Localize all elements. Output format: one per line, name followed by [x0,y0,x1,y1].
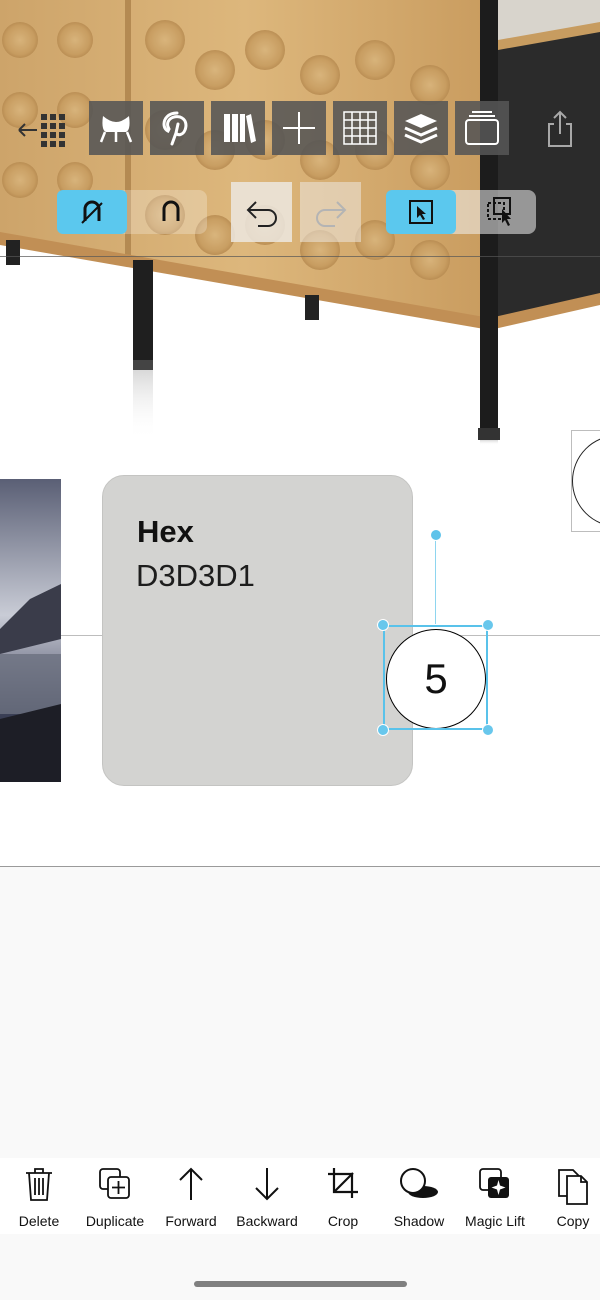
magnet-off-icon [81,200,103,224]
crop-label: Crop [327,1213,359,1229]
pages-icon [465,111,499,145]
delete-label: Delete [18,1213,60,1229]
delete-button[interactable]: Delete [0,1158,78,1234]
resize-handle-bottom-right[interactable] [482,724,494,736]
copy-button[interactable]: Copy [534,1158,600,1234]
backward-label: Backward [236,1213,298,1229]
rotation-line [435,540,436,624]
furniture-button[interactable] [89,101,143,155]
chair-icon [99,116,133,143]
arrow-down-icon [255,1168,279,1201]
pinterest-button[interactable] [150,101,204,155]
multi-select-button[interactable] [466,190,536,234]
landscape-photo-card[interactable] [0,479,61,782]
resize-handle-bottom-left[interactable] [377,724,389,736]
shadow-label: Shadow [393,1213,445,1229]
forward-button[interactable]: Forward [152,1158,230,1234]
duplicate-icon [99,1168,130,1199]
crop-icon [328,1168,358,1198]
home-indicator[interactable] [194,1281,407,1287]
circle-shape [572,435,600,527]
trash-icon [26,1168,52,1201]
magnet-button[interactable] [136,190,206,234]
shadow-icon [400,1168,438,1198]
shadow-button[interactable]: Shadow [380,1158,458,1234]
plus-icon [283,112,315,144]
crop-button[interactable]: Crop [304,1158,382,1234]
copy-label: Copy [556,1213,590,1229]
grid-back-button[interactable] [12,103,72,153]
undo-button[interactable] [231,182,292,242]
partial-circle-card[interactable] [571,430,600,532]
magic-lift-button[interactable]: Magic Lift [456,1158,534,1234]
arrow-up-icon [179,1167,203,1200]
add-button[interactable] [272,101,326,155]
grid-back-icon [18,114,65,147]
pinterest-icon [162,111,188,146]
backward-button[interactable]: Backward [228,1158,306,1234]
hex-card-title: Hex [137,514,194,549]
grid-icon [343,111,377,145]
empty-panel [0,867,600,1158]
hex-color-card[interactable]: Hex D3D3D1 [102,475,413,786]
duplicate-button[interactable]: Duplicate [76,1158,154,1234]
undo-icon [246,201,277,227]
layers-button[interactable] [394,101,448,155]
multi-select-icon [487,197,511,226]
home-indicator-area [0,1234,600,1300]
copy-icon [558,1169,588,1205]
cursor-select-icon [409,200,433,224]
magic-lift-icon [479,1168,509,1198]
share-button[interactable] [536,103,584,153]
magnet-off-button[interactable] [57,190,127,234]
bottom-action-toolbar: Delete Duplicate Forward Backward Crop S… [0,1158,600,1234]
magic-lift-label: Magic Lift [465,1213,525,1229]
forward-label: Forward [165,1213,217,1229]
resize-handle-top-right[interactable] [482,619,494,631]
layers-icon [404,114,438,144]
alignment-guide-top [0,256,600,257]
mountain-landscape-image [0,584,61,782]
magnet-icon [162,200,180,221]
redo-button[interactable] [300,182,361,242]
redo-icon [315,201,346,227]
select-button[interactable] [386,190,456,234]
library-button[interactable] [211,101,265,155]
share-icon [548,110,572,147]
duplicate-label: Duplicate [85,1213,145,1229]
hex-card-value: D3D3D1 [136,558,255,593]
resize-handle-top-left[interactable] [377,619,389,631]
books-icon [224,114,256,143]
selection-box [383,625,488,730]
grid-button[interactable] [333,101,387,155]
rotation-handle[interactable] [430,529,442,541]
pages-button[interactable] [455,101,509,155]
